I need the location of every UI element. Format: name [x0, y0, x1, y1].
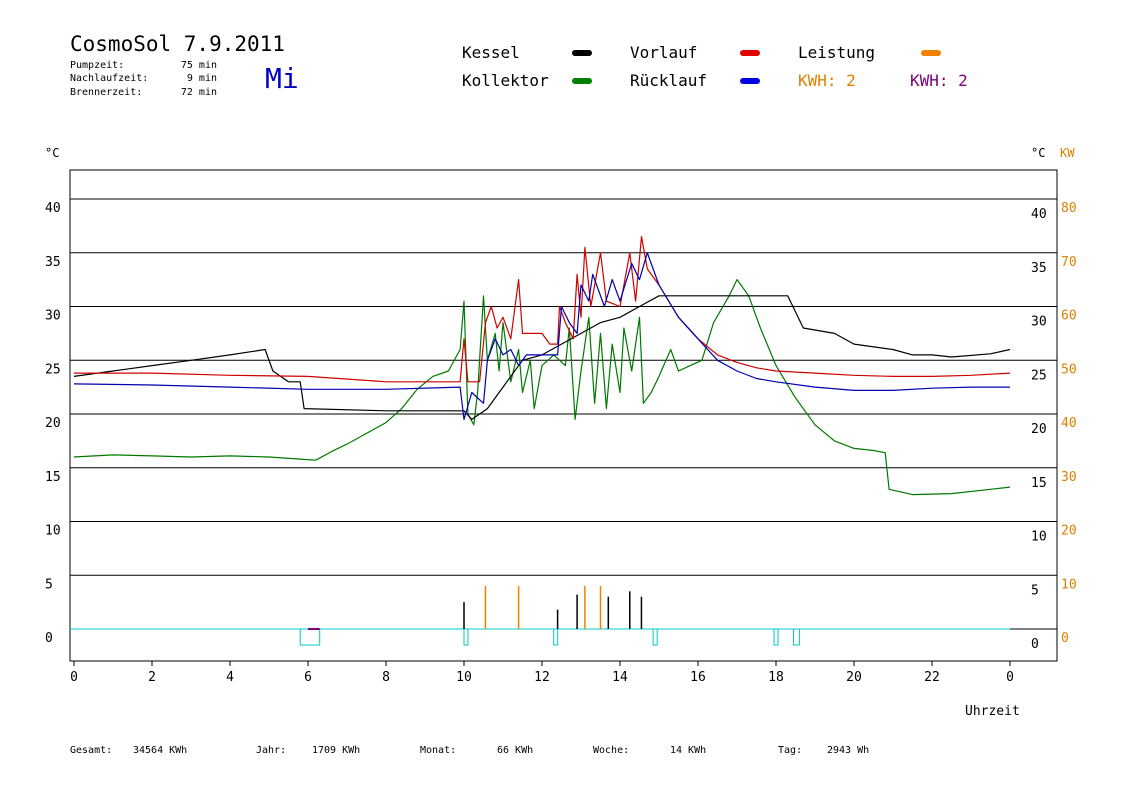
- x-tick-label-4: 4: [226, 670, 234, 685]
- legend-kwh-orange: KWH: 2: [798, 71, 856, 90]
- footer-label-jahr: Jahr:: [256, 745, 286, 756]
- pump-bar-4: [773, 628, 779, 646]
- y2-tick-60: 60: [1061, 309, 1077, 324]
- x-tick-label-16: 16: [690, 670, 706, 685]
- x-tick-label-10: 10: [456, 670, 472, 685]
- footer-value-tag: 2943 Wh: [827, 745, 869, 756]
- legend-swatch-vorlauf: [740, 50, 760, 56]
- chart-canvas: CosmoSol 7.9.2011 Mi Pumpzeit: 75 min Na…: [45, 32, 1077, 756]
- pump-bar-1: [463, 628, 469, 646]
- x-tick-label-0: 0: [70, 670, 78, 685]
- footer-label-gesamt: Gesamt:: [70, 745, 112, 756]
- x-tick-label-18: 18: [768, 670, 784, 685]
- right-axis-unit-kw: KW: [1060, 146, 1075, 160]
- y-tick-right-40: 40: [1031, 207, 1047, 222]
- y2-tick-10: 10: [1061, 577, 1077, 592]
- footer-value-monat: 66 KWh: [497, 745, 533, 756]
- legend-kwh-purple: KWH: 2: [910, 71, 968, 90]
- footer-value-gesamt: 34564 KWh: [133, 745, 187, 756]
- stat-label-nachlaufzeit: Nachlaufzeit:: [70, 73, 148, 84]
- footer-label-woche: Woche:: [593, 745, 629, 756]
- legend-swatch-kollektor: [572, 78, 592, 84]
- y-tick-left-25: 25: [45, 362, 61, 377]
- stat-value-pumpzeit: 75 min: [181, 60, 217, 71]
- x-tick-label-24: 0: [1006, 670, 1014, 685]
- y-tick-right-30: 30: [1031, 315, 1047, 330]
- left-axis-unit: °C: [45, 146, 59, 160]
- x-tick-label-6: 6: [304, 670, 312, 685]
- y2-tick-20: 20: [1061, 524, 1077, 539]
- legend-label-kessel: Kessel: [462, 43, 520, 62]
- chart-title: CosmoSol 7.9.2011: [70, 32, 285, 56]
- x-axis-label: Uhrzeit: [965, 704, 1020, 719]
- x-tick-label-2: 2: [148, 670, 156, 685]
- footer-label-tag: Tag:: [778, 745, 802, 756]
- pump-bar-5: [793, 628, 800, 646]
- footer-value-woche: 14 KWh: [670, 745, 706, 756]
- stat-label-brennerzeit: Brennerzeit:: [70, 87, 142, 98]
- legend-label-kollektor: Kollektor: [462, 71, 549, 90]
- y-tick-right-5: 5: [1031, 583, 1039, 598]
- y2-tick-0: 0: [1061, 631, 1069, 646]
- x-tick-label-20: 20: [846, 670, 862, 685]
- legend: Kessel Vorlauf Leistung Kollektor Rückla…: [462, 43, 968, 90]
- y-tick-left-35: 35: [45, 255, 61, 270]
- right-axis-unit: °C: [1031, 146, 1045, 160]
- y2-tick-40: 40: [1061, 416, 1077, 431]
- legend-label-vorlauf: Vorlauf: [630, 43, 697, 62]
- x-tick-label-8: 8: [382, 670, 390, 685]
- pump-bar-2: [553, 628, 559, 646]
- legend-swatch-kessel: [572, 50, 592, 56]
- pump-bars: [70, 628, 1057, 646]
- y-tick-left-15: 15: [45, 470, 61, 485]
- series-lines: [73, 236, 1011, 496]
- stats-block: Pumpzeit: 75 min Nachlaufzeit: 9 min Bre…: [70, 60, 217, 98]
- y-tick-right-0: 0: [1031, 637, 1039, 652]
- y-tick-right-35: 35: [1031, 261, 1047, 276]
- power-spikes: [463, 586, 643, 629]
- x-tick-label-14: 14: [612, 670, 628, 685]
- y-tick-right-15: 15: [1031, 476, 1047, 491]
- legend-swatch-leistung: [921, 50, 941, 56]
- y2-tick-70: 70: [1061, 255, 1077, 270]
- x-tick-label-12: 12: [534, 670, 550, 685]
- legend-label-ruecklauf: Rücklauf: [630, 71, 707, 90]
- y-tick-left-30: 30: [45, 309, 61, 324]
- y-tick-right-20: 20: [1031, 422, 1047, 437]
- series-line-kessel: [73, 295, 1011, 420]
- legend-label-leistung: Leistung: [798, 43, 875, 62]
- y-tick-right-10: 10: [1031, 530, 1047, 545]
- x-tick-label-22: 22: [924, 670, 940, 685]
- stat-value-brennerzeit: 72 min: [181, 87, 217, 98]
- y2-tick-50: 50: [1061, 362, 1077, 377]
- y-tick-left-0: 0: [45, 631, 53, 646]
- y-tick-left-5: 5: [45, 577, 53, 592]
- series-line-rcklauf: [73, 252, 1010, 420]
- y2-tick-30: 30: [1061, 470, 1077, 485]
- y-tick-left-20: 20: [45, 416, 61, 431]
- footer-totals: Gesamt: 34564 KWh Jahr: 1709 KWh Monat: …: [70, 745, 869, 756]
- axis-ticks: 0 0 05 5 1010 10 2015 15 3020 20 4025 25 5030 30 6035 3…: [45, 201, 1077, 685]
- pump-bar-0: [299, 628, 321, 646]
- legend-swatch-ruecklauf: [740, 78, 760, 84]
- y2-tick-80: 80: [1061, 201, 1077, 216]
- footer-value-jahr: 1709 KWh: [312, 745, 360, 756]
- stat-label-pumpzeit: Pumpzeit:: [70, 60, 124, 71]
- footer-label-monat: Monat:: [420, 745, 456, 756]
- pump-bar-3: [652, 628, 658, 646]
- y-tick-left-40: 40: [45, 201, 61, 216]
- weekday-label: Mi: [265, 62, 299, 95]
- y-tick-right-25: 25: [1031, 368, 1047, 383]
- y-tick-left-10: 10: [45, 524, 61, 539]
- stat-value-nachlaufzeit: 9 min: [187, 73, 217, 84]
- plot-frame: [69, 169, 1058, 662]
